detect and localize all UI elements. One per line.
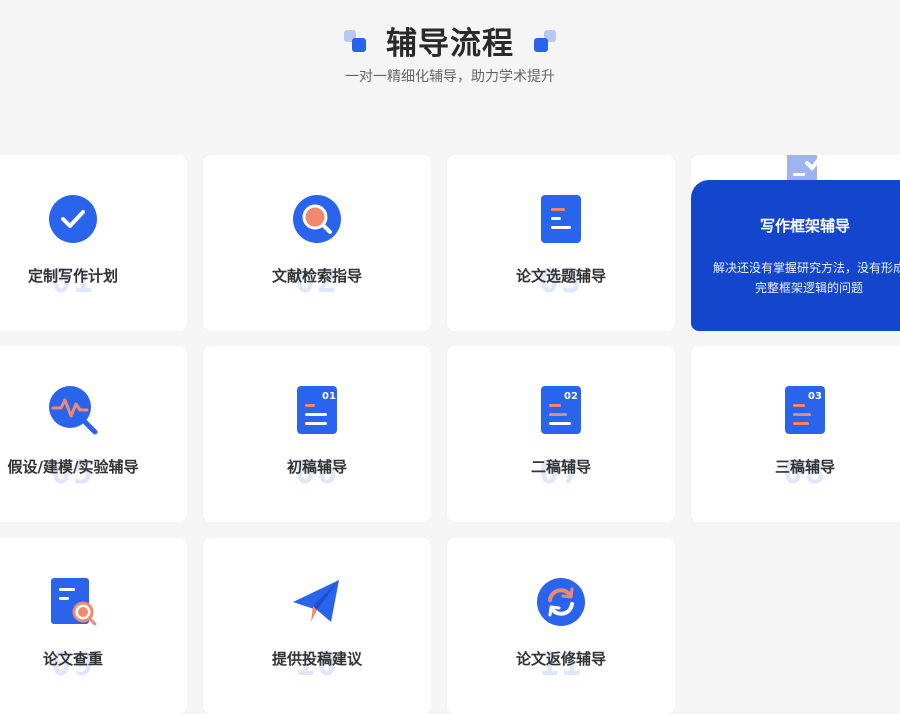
step-label: 写作框架辅导 — [759, 217, 850, 235]
step-card-10[interactable]: 10 提供投稿建议 — [203, 538, 431, 714]
step-label: 定制写作计划 — [27, 267, 118, 285]
step-card-07[interactable]: 07 02 二稿辅导 — [447, 346, 675, 522]
paper-plane-icon — [291, 576, 343, 628]
step-label: 假设/建模/实验辅导 — [7, 458, 139, 476]
draft-03-icon: 03 — [779, 384, 831, 436]
draft-badge: 02 — [564, 391, 578, 402]
title-row: 辅导流程 — [0, 18, 900, 63]
page-subtitle: 一对一精细化辅导，助力学术提升 — [345, 69, 555, 85]
section-header: 辅导流程 一对一精细化辅导，助力学术提升 — [0, 0, 900, 110]
step-label: 提供投稿建议 — [271, 650, 362, 668]
step-card-04-active[interactable]: 写作框架辅导 解决还没有掌握研究方法，没有形成完整框架逻辑的问题 — [691, 155, 900, 331]
page-title: 辅导流程 — [386, 26, 514, 62]
step-label: 文献检索指导 — [271, 267, 362, 285]
step-card-05[interactable]: 05 假设/建模/实验辅导 — [0, 346, 187, 522]
step-card-09[interactable]: 09 论文查重 — [0, 538, 187, 714]
step-card-02[interactable]: 02 文献检索指导 — [203, 155, 431, 331]
step-description: 解决还没有掌握研究方法，没有形成完整框架逻辑的问题 — [712, 261, 900, 295]
step-label: 二稿辅导 — [530, 458, 591, 476]
step-label: 论文选题辅导 — [515, 267, 606, 285]
step-card-03[interactable]: 03 论文选题辅导 — [447, 155, 675, 331]
title-decoration-right — [534, 29, 556, 52]
magnifier-icon — [291, 193, 343, 245]
active-step-panel: 写作框架辅导 解决还没有掌握研究方法，没有形成完整框架逻辑的问题 — [691, 180, 900, 331]
draft-badge: 01 — [322, 391, 336, 402]
step-card-08[interactable]: 08 03 三稿辅导 — [691, 346, 900, 522]
step-label: 论文返修辅导 — [515, 650, 606, 668]
step-card-11[interactable]: 11 论文返修辅导 — [447, 538, 675, 714]
plagiarism-check-icon — [47, 576, 99, 628]
step-card-06[interactable]: 06 01 初稿辅导 — [203, 346, 431, 522]
pulse-search-icon — [47, 384, 99, 436]
step-label: 初稿辅导 — [286, 458, 347, 476]
step-label: 论文查重 — [42, 650, 103, 668]
draft-02-icon: 02 — [535, 384, 587, 436]
title-decoration-left — [344, 29, 366, 52]
step-card-01[interactable]: 01 定制写作计划 — [0, 155, 187, 331]
step-label: 三稿辅导 — [774, 458, 835, 476]
check-circle-icon — [47, 193, 99, 245]
draft-01-icon: 01 — [291, 384, 343, 436]
draft-badge: 03 — [808, 391, 822, 402]
document-icon — [535, 193, 587, 245]
refresh-icon — [535, 576, 587, 628]
